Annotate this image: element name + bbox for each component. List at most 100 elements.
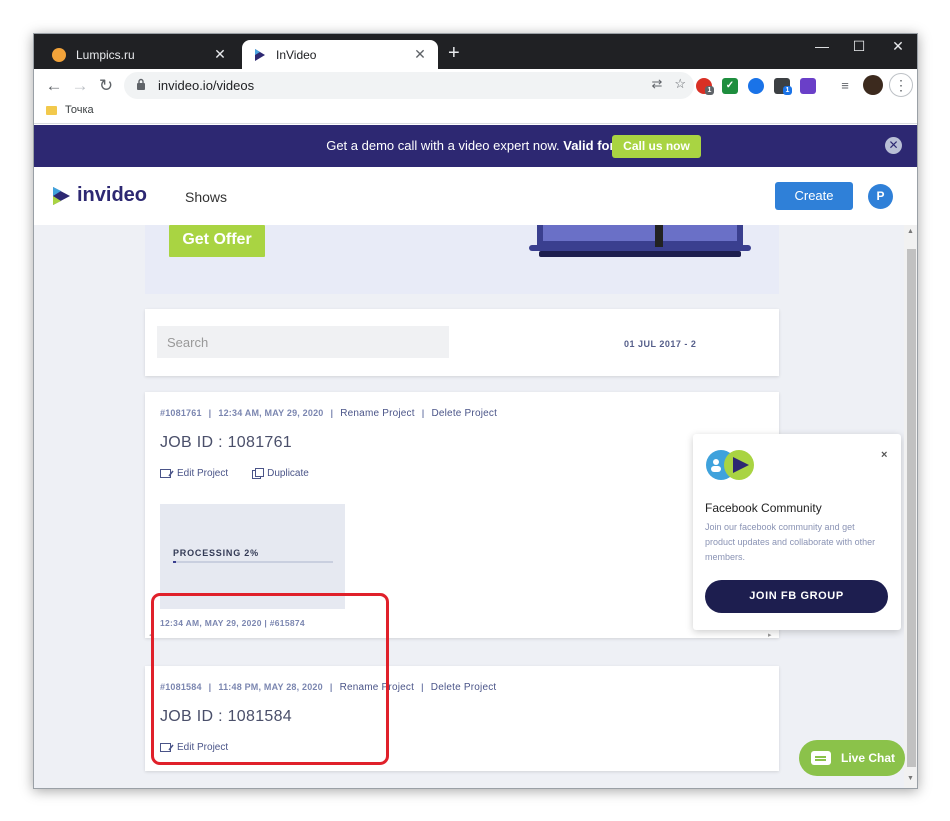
horizontal-scrollbar[interactable]: ◂ ▸ — [145, 631, 779, 640]
browser-toolbar: ← → ↻ invideo.io/videos ⇄ ☆ 1 ✓ 1 ≡ ⋮ — [34, 69, 917, 102]
extension-globe-icon[interactable] — [748, 78, 764, 94]
forward-arrow-icon[interactable]: → — [68, 74, 92, 98]
get-offer-button[interactable]: Get Offer — [169, 225, 265, 257]
lock-icon — [136, 78, 150, 93]
create-button[interactable]: Create — [775, 182, 853, 210]
promo-bar: Get a demo call with a video expert now.… — [34, 125, 917, 167]
processing-progress-bar — [173, 561, 333, 563]
job-datetime: 12:34 AM, MAY 29, 2020 — [218, 408, 324, 418]
vertical-scrollbar[interactable]: ▲ ▼ — [904, 225, 917, 788]
main-content: Get Offer 01 JUL 2017 - 2 #1081761|12:34… — [34, 225, 904, 788]
popup-description: Join our facebook community and get prod… — [705, 522, 876, 562]
maximize-button[interactable]: ☐ — [844, 38, 874, 55]
edit-project-button[interactable]: Edit Project — [160, 742, 228, 753]
nav-shows[interactable]: Shows — [185, 189, 227, 205]
edit-video-icon — [160, 469, 174, 478]
invideo-favicon-icon — [252, 48, 266, 62]
join-fb-group-button[interactable]: JOIN FB GROUP — [705, 580, 888, 613]
translate-icon[interactable]: ⇄ — [651, 76, 662, 92]
tab-invideo[interactable]: InVideo ✕ — [242, 40, 438, 69]
bookmark-star-icon[interactable]: ☆ — [674, 76, 686, 92]
chrome-menu-icon[interactable]: ⋮ — [889, 73, 913, 97]
scroll-up-arrow-icon[interactable]: ▲ — [907, 228, 914, 235]
search-input[interactable] — [157, 326, 449, 358]
close-popup-icon[interactable]: × — [881, 449, 887, 461]
video-meta: 12:34 AM, MAY 29, 2020 | #615874 — [160, 618, 305, 628]
minimize-button[interactable]: — — [807, 38, 837, 54]
bookmark-tochka[interactable]: Точка — [46, 104, 94, 116]
folder-icon — [46, 105, 57, 115]
rename-project-link[interactable]: Rename Project — [340, 682, 415, 693]
community-icon — [706, 450, 754, 480]
new-tab-button[interactable]: + — [448, 43, 460, 63]
duplicate-icon — [252, 468, 265, 479]
popup-title: Facebook Community — [705, 501, 822, 515]
tab-lumpics[interactable]: Lumpics.ru ✕ — [42, 40, 238, 69]
invideo-logo[interactable]: invideo — [50, 184, 147, 207]
address-bar[interactable]: invideo.io/videos ⇄ ☆ — [124, 72, 694, 99]
call-us-now-button[interactable]: Call us now — [612, 135, 701, 158]
tab-close-icon[interactable]: ✕ — [212, 46, 228, 63]
bookmarks-bar: Точка — [34, 102, 917, 124]
processing-label: PROCESSING 2% — [173, 548, 259, 558]
promo-message: Get a demo call with a video expert now. — [326, 138, 560, 153]
delete-project-link[interactable]: Delete Project — [431, 408, 497, 419]
extension-badge: 1 — [705, 86, 714, 95]
job-actions: Edit Project — [160, 742, 252, 753]
edit-project-button[interactable]: Edit Project — [160, 468, 228, 479]
job-number: #1081584 — [160, 682, 202, 692]
delete-project-link[interactable]: Delete Project — [431, 682, 497, 693]
logo-text: invideo — [77, 184, 148, 206]
chat-bubble-icon — [811, 751, 831, 765]
extension-ad-icon[interactable] — [800, 78, 816, 94]
tab-label: Lumpics.ru — [76, 47, 135, 62]
screenshot-stage: Lumpics.ru ✕ InVideo ✕ + — ☐ ✕ ← → ↻ inv… — [0, 0, 950, 821]
back-arrow-icon[interactable]: ← — [42, 74, 66, 98]
url-text: invideo.io/videos — [158, 78, 255, 93]
job-title: JOB ID : 1081584 — [160, 708, 292, 725]
scroll-left-arrow-icon[interactable]: ◂ — [149, 631, 153, 639]
scroll-right-arrow-icon[interactable]: ▸ — [768, 631, 772, 639]
profile-avatar[interactable] — [863, 75, 883, 95]
tab-close-icon[interactable]: ✕ — [412, 46, 428, 63]
job-title: JOB ID : 1081761 — [160, 434, 292, 451]
job-card: #1081584 | 11:48 PM, MAY 28, 2020 | Rename P… — [145, 666, 779, 771]
edit-project-label: Edit Project — [177, 468, 229, 479]
page-viewport: Get a demo call with a video expert now.… — [34, 125, 917, 788]
media-controls-icon[interactable]: ≡ — [833, 74, 857, 98]
job-card: #1081761 | 12:34 AM, MAY 29, 2020 | Rename P… — [145, 392, 779, 640]
extension-check-icon[interactable]: ✓ — [722, 78, 738, 94]
reload-icon[interactable]: ↻ — [94, 74, 118, 98]
lumpics-favicon-icon — [52, 47, 66, 62]
duplicate-label: Duplicate — [267, 468, 309, 479]
user-avatar[interactable]: P — [868, 184, 893, 209]
tab-label: InVideo — [276, 47, 317, 62]
tab-strip: Lumpics.ru ✕ InVideo ✕ + — ☐ ✕ — [34, 34, 917, 69]
duplicate-button[interactable]: Duplicate — [252, 468, 309, 479]
promo-close-icon[interactable]: ✕ — [885, 137, 902, 154]
facebook-community-popup: × Facebook Community Join our facebook c… — [693, 434, 901, 630]
job-meta: #1081761 | 12:34 AM, MAY 29, 2020 | Rename P… — [160, 408, 498, 419]
date-range-filter[interactable]: 01 JUL 2017 - 2 — [624, 339, 696, 349]
app-header: invideo Shows Create P — [34, 167, 917, 225]
live-chat-label: Live Chat — [841, 751, 896, 765]
promo-text: Get a demo call with a video expert now.… — [34, 125, 694, 167]
video-processing-thumbnail[interactable]: PROCESSING 2% — [160, 504, 345, 609]
close-window-button[interactable]: ✕ — [883, 38, 913, 55]
laptop-illustration-icon — [529, 225, 751, 257]
processing-progress-fill — [173, 561, 177, 563]
offer-banner: Get Offer — [145, 225, 779, 294]
scrollbar-thumb[interactable] — [907, 249, 916, 767]
rename-project-link[interactable]: Rename Project — [340, 408, 415, 419]
scroll-down-arrow-icon[interactable]: ▼ — [907, 775, 914, 782]
job-meta: #1081584 | 11:48 PM, MAY 28, 2020 | Rename P… — [160, 682, 497, 693]
bookmark-label: Точка — [65, 104, 94, 116]
job-actions: Edit Project Duplicate — [160, 468, 333, 479]
job-number: #1081761 — [160, 408, 202, 418]
edit-project-label: Edit Project — [177, 742, 229, 753]
invideo-logo-icon — [53, 186, 70, 205]
live-chat-button[interactable]: Live Chat — [799, 740, 905, 776]
browser-window: Lumpics.ru ✕ InVideo ✕ + — ☐ ✕ ← → ↻ inv… — [33, 33, 918, 789]
extension-badge: 1 — [783, 86, 792, 95]
job-datetime: 11:48 PM, MAY 28, 2020 — [218, 682, 323, 692]
